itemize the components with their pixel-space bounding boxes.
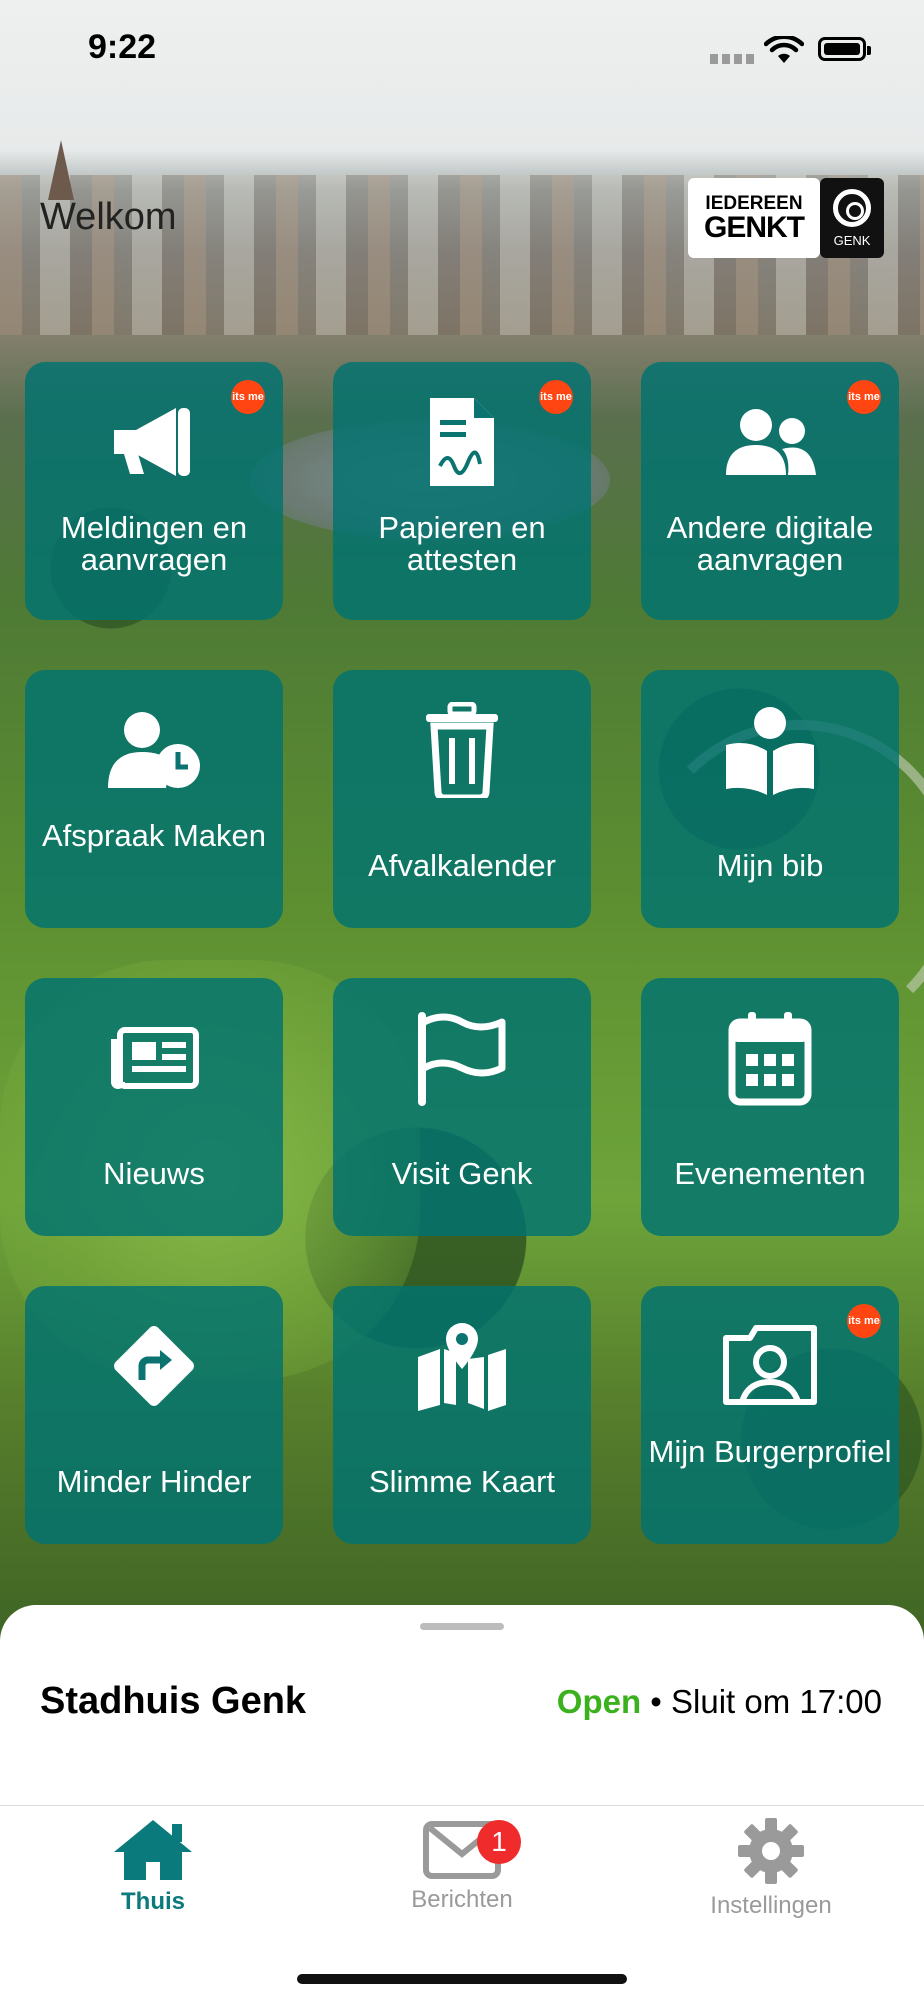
- tile-andere-digitale-aanvragen[interactable]: Andere digitale aanvragen its me: [641, 362, 899, 620]
- logo-line-1: IEDEREEN: [705, 192, 803, 214]
- itsme-badge-icon: its me: [539, 380, 573, 414]
- map-marker-icon: [418, 1323, 506, 1411]
- document-signature-icon: [430, 398, 494, 486]
- city-hall-sheet[interactable]: Stadhuis Genk Open • Sluit om 17:00: [0, 1605, 924, 1805]
- tile-label: Papieren en attesten: [378, 510, 546, 577]
- tile-label: Evenementen: [674, 1156, 866, 1191]
- tile-label: Afvalkalender: [368, 848, 556, 883]
- church-spire: [48, 140, 74, 200]
- flag-icon: [418, 1012, 506, 1106]
- tile-visit-genk[interactable]: Visit Genk: [333, 978, 591, 1236]
- home-icon: [114, 1820, 192, 1880]
- tile-slimme-kaart[interactable]: Slimme Kaart: [333, 1286, 591, 1544]
- genk-logo-text: GENK: [833, 232, 871, 248]
- tile-afspraak-maken[interactable]: Afspraak Maken: [25, 670, 283, 928]
- tab-thuis[interactable]: Thuis: [33, 1816, 273, 1936]
- trash-icon: [426, 702, 498, 798]
- tile-label: Nieuws: [103, 1156, 205, 1191]
- gear-icon: [738, 1818, 804, 1884]
- opening-status: Open • Sluit om 17:00: [557, 1683, 882, 1721]
- tile-label: Meldingen en aanvragen: [60, 510, 248, 577]
- tile-label: Afspraak Maken: [42, 818, 266, 853]
- tile-minder-hinder[interactable]: Minder Hinder: [25, 1286, 283, 1544]
- tile-label: Slimme Kaart: [368, 1464, 556, 1499]
- logo-line-2: GENKT: [704, 210, 805, 244]
- home-indicator[interactable]: [297, 1974, 627, 1984]
- tile-evenementen[interactable]: Evenementen: [641, 978, 899, 1236]
- itsme-badge-icon: its me: [231, 380, 265, 414]
- tab-label: Instellingen: [710, 1892, 832, 1919]
- tile-label: Mijn bib: [716, 848, 824, 883]
- genk-city-logo: GENK: [820, 178, 884, 258]
- tile-mijn-bib[interactable]: Mijn bib: [641, 670, 899, 928]
- tile-label: Visit Genk: [391, 1156, 533, 1191]
- tile-afvalkalender[interactable]: Afvalkalender: [333, 670, 591, 928]
- tile-papieren-en-attesten[interactable]: Papieren en attesten its me: [333, 362, 591, 620]
- status-bar: 9:22: [0, 0, 924, 100]
- itsme-badge-icon: its me: [847, 380, 881, 414]
- tile-meldingen-en-aanvragen[interactable]: Meldingen en aanvragen its me: [25, 362, 283, 620]
- users-icon: [726, 409, 816, 475]
- user-clock-icon: [108, 712, 200, 788]
- megaphone-icon: [114, 408, 190, 476]
- wifi-icon: [764, 36, 804, 63]
- genk-logo-ring-icon: [833, 188, 871, 227]
- detour-sign-icon: [114, 1326, 194, 1406]
- tab-label: Thuis: [121, 1888, 185, 1915]
- tile-label: Minder Hinder: [56, 1464, 252, 1499]
- status-time: 9:22: [88, 28, 157, 66]
- tile-label: Andere digitale aanvragen: [666, 510, 874, 577]
- closing-time: Sluit om 17:00: [671, 1683, 882, 1720]
- tile-nieuws[interactable]: Nieuws: [25, 978, 283, 1236]
- tab-instellingen[interactable]: Instellingen: [651, 1816, 891, 1936]
- city-hall-title: Stadhuis Genk: [40, 1680, 307, 1722]
- open-status-label: Open: [556, 1683, 642, 1720]
- cellular-signal-icon: [710, 54, 754, 64]
- profile-card-icon: [723, 1325, 817, 1405]
- unread-badge: 1: [477, 1820, 521, 1864]
- tile-label: Mijn Burgerprofiel: [648, 1434, 892, 1469]
- newspaper-icon: [111, 1027, 199, 1089]
- tab-label: Berichten: [411, 1886, 513, 1913]
- tile-mijn-burgerprofiel[interactable]: Mijn Burgerprofiel its me: [641, 1286, 899, 1544]
- welcome-title: Welkom: [40, 196, 177, 238]
- itsme-badge-icon: its me: [847, 1304, 881, 1338]
- sheet-grabber[interactable]: [420, 1623, 504, 1630]
- tab-berichten[interactable]: Berichten 1: [342, 1816, 582, 1936]
- tab-bar: Thuis Berichten 1 Instellingen: [0, 1805, 924, 2001]
- status-separator: •: [650, 1683, 662, 1720]
- calendar-icon: [728, 1012, 812, 1106]
- battery-icon: [818, 37, 871, 61]
- book-reader-icon: [726, 707, 814, 795]
- iedereen-genkt-logo: IEDEREEN GENKT: [688, 178, 820, 258]
